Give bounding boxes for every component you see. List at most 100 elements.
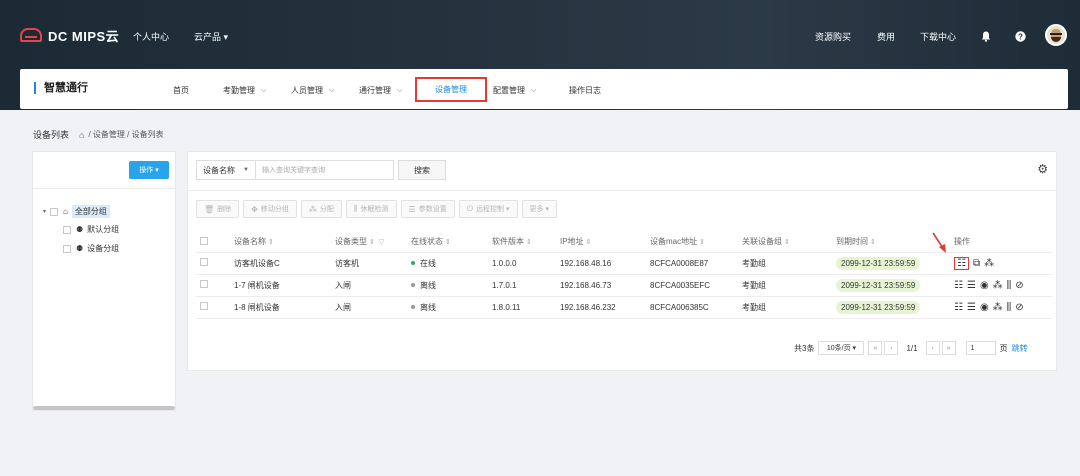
last-page-button[interactable]: » xyxy=(941,341,956,355)
more-button[interactable]: 更多 ▾ xyxy=(521,200,557,218)
page-unit: 页 xyxy=(999,343,1008,353)
col-device-group[interactable]: 关联设备组 ⇕ xyxy=(738,232,832,253)
remote-control-button[interactable]: ⏻ 远程控制 ▾ xyxy=(458,200,518,218)
row-checkbox[interactable] xyxy=(200,302,208,310)
thermometer-icon: ⫼ xyxy=(353,204,358,213)
select-all-checkbox[interactable] xyxy=(200,236,208,245)
sort-icon[interactable]: ⇕ xyxy=(784,239,790,246)
cell-ip: 192.168.46.73 xyxy=(556,274,646,297)
col-device-name[interactable]: 设备名称 ⇕ xyxy=(230,232,331,253)
cell-device-type: 入闸 xyxy=(331,296,407,319)
row-checkbox[interactable] xyxy=(200,280,208,288)
sliders-icon[interactable]: ☰ xyxy=(967,302,976,313)
nav-cloud-products[interactable]: 云产品 ▾ xyxy=(194,30,228,43)
tree-item-all-groups[interactable]: ▾ ⌂ 全部分组 xyxy=(43,205,110,218)
col-mac-address[interactable]: 设备mac地址 ⇕ xyxy=(646,232,738,253)
detail-list-icon[interactable]: ☷ xyxy=(954,280,963,291)
search-field-select[interactable]: 设备名称 ▼ xyxy=(196,160,256,180)
detail-list-icon[interactable]: ☷ xyxy=(954,256,969,270)
col-software-version[interactable]: 软件版本 ⇕ xyxy=(488,232,556,253)
menu-access[interactable]: 通行管理 ⌵ xyxy=(359,85,402,96)
prev-page-button[interactable]: ‹ xyxy=(884,341,899,355)
nav-fees[interactable]: 费用 xyxy=(877,30,895,43)
gear-icon[interactable]: ⚙ xyxy=(1037,162,1048,176)
cell-group: 考勤组 xyxy=(738,252,832,275)
checkbox[interactable] xyxy=(63,225,71,234)
tree-item-default-group[interactable]: ⚉ 默认分组 xyxy=(63,224,119,235)
checkbox[interactable] xyxy=(50,207,59,216)
page-size-select[interactable]: 10条/页 ▾ xyxy=(818,341,865,355)
unlink-icon[interactable]: ⊘ xyxy=(1015,302,1023,313)
face-scan-icon[interactable]: ◉ xyxy=(980,280,989,291)
menu-home[interactable]: 首页 xyxy=(173,85,189,96)
caret-down-icon[interactable]: ▾ xyxy=(43,208,46,215)
home-icon[interactable]: ⌂ xyxy=(79,130,84,140)
cell-mac: 8CFCA006385C xyxy=(646,296,738,319)
go-to-page-button[interactable]: 跳转 xyxy=(1012,343,1028,354)
thermometer-icon[interactable]: ⫼ xyxy=(1007,302,1012,313)
move-group-button[interactable]: ✥ 移动分组 xyxy=(243,200,297,218)
help-icon[interactable]: ? xyxy=(1015,31,1026,42)
sleep-detect-button[interactable]: ⫼ 休眠检测 xyxy=(345,200,397,218)
action-toolbar: 🗑 删除 ✥ 移动分组 ⁂ 分配 ⫼ 休眠检测 ☰ 参数设置 ⏻ 远程控制 ▾ 更多 ▾ xyxy=(196,200,561,218)
horizontal-scrollbar[interactable] xyxy=(33,406,175,410)
cloud-logo-icon xyxy=(20,28,42,42)
sort-icon[interactable]: ⇕ xyxy=(586,239,592,246)
menu-device-management[interactable]: 设备管理 xyxy=(415,77,487,102)
row-actions: ☷ ☰ ◉ ⁂ ⫼ ⊘ xyxy=(954,280,1052,291)
breadcrumb-path[interactable]: / 设备管理 / 设备列表 xyxy=(88,129,163,140)
sitemap-icon[interactable]: ⁂ xyxy=(993,302,1003,313)
cell-group: 考勤组 xyxy=(738,274,832,297)
delete-button[interactable]: 🗑 删除 xyxy=(196,200,240,218)
nav-personal-center[interactable]: 个人中心 xyxy=(133,30,169,43)
nav-download-center[interactable]: 下载中心 xyxy=(920,30,956,43)
cell-ip: 192.168.48.16 xyxy=(556,252,646,275)
page-title: 设备列表 xyxy=(33,130,70,140)
logo[interactable]: DC MIPS云 xyxy=(20,26,119,44)
group-icon: ⚉ xyxy=(76,225,84,234)
col-ip-address[interactable]: IP地址 ⇕ xyxy=(556,232,646,253)
next-page-button[interactable]: › xyxy=(925,341,940,355)
menu-config[interactable]: 配置管理 ⌵ xyxy=(493,85,536,96)
total-count: 共3条 xyxy=(794,343,815,353)
table-row: 1-8 闸机设备 入闸 离线 1.8.0.11 192.168.46.232 8… xyxy=(196,296,1052,319)
cell-version: 1.7.0.1 xyxy=(488,274,556,297)
sort-icon[interactable]: ⇕ xyxy=(699,239,705,246)
menu-operation-log[interactable]: 操作日志 xyxy=(569,85,601,96)
sitemap-icon[interactable]: ⁂ xyxy=(993,280,1003,291)
sort-icon[interactable]: ⇕ xyxy=(268,239,274,246)
nav-resource-purchase[interactable]: 资源购买 xyxy=(815,30,851,43)
checkbox[interactable] xyxy=(63,244,71,253)
cell-version: 1.8.0.11 xyxy=(488,296,556,319)
assign-button[interactable]: ⁂ 分配 xyxy=(300,200,342,218)
first-page-button[interactable]: « xyxy=(868,341,883,355)
sort-icon[interactable]: ⇕ xyxy=(369,239,375,246)
col-device-type[interactable]: 设备类型 ⇕ ▽ xyxy=(331,232,407,253)
sort-icon[interactable]: ⇕ xyxy=(445,239,451,246)
sliders-icon[interactable]: ☰ xyxy=(967,280,976,291)
copy-icon[interactable]: ⧉ xyxy=(973,258,980,269)
search-button[interactable]: 搜索 xyxy=(398,160,446,180)
tree-operation-button[interactable]: 操作 ▾ xyxy=(129,161,169,179)
detail-list-icon[interactable]: ☷ xyxy=(954,302,963,313)
table-row: 访客机设备C 访客机 在线 1.0.0.0 192.168.48.16 8CFC… xyxy=(196,252,1052,275)
bell-icon[interactable] xyxy=(981,31,991,42)
page-number-input[interactable]: 1 xyxy=(965,341,996,355)
avatar[interactable] xyxy=(1045,24,1067,46)
sitemap-icon[interactable]: ⁂ xyxy=(984,258,994,269)
cell-expire: 2099-12-31 23:59:59 xyxy=(832,296,950,319)
menu-attendance[interactable]: 考勤管理 ⌵ xyxy=(223,85,266,96)
search-input[interactable]: 输入查询关键字查询 xyxy=(256,160,394,180)
col-online-status[interactable]: 在线状态 ⇕ xyxy=(407,232,488,253)
row-checkbox[interactable] xyxy=(200,258,208,266)
param-settings-button[interactable]: ☰ 参数设置 xyxy=(400,200,455,218)
thermometer-icon[interactable]: ⫼ xyxy=(1007,280,1012,291)
tree-item-device-group[interactable]: ⚉ 设备分组 xyxy=(63,243,119,254)
menu-personnel[interactable]: 人员管理 ⌵ xyxy=(291,85,334,96)
sort-icon[interactable]: ⇕ xyxy=(870,239,876,246)
face-scan-icon[interactable]: ◉ xyxy=(980,302,989,313)
filter-icon[interactable]: ▽ xyxy=(377,239,384,246)
pagination: 共3条 10条/页 ▾ « ‹ 1/1 › » 1 页 跳转 xyxy=(794,341,1028,355)
sort-icon[interactable]: ⇕ xyxy=(526,239,532,246)
unlink-icon[interactable]: ⊘ xyxy=(1015,280,1023,291)
